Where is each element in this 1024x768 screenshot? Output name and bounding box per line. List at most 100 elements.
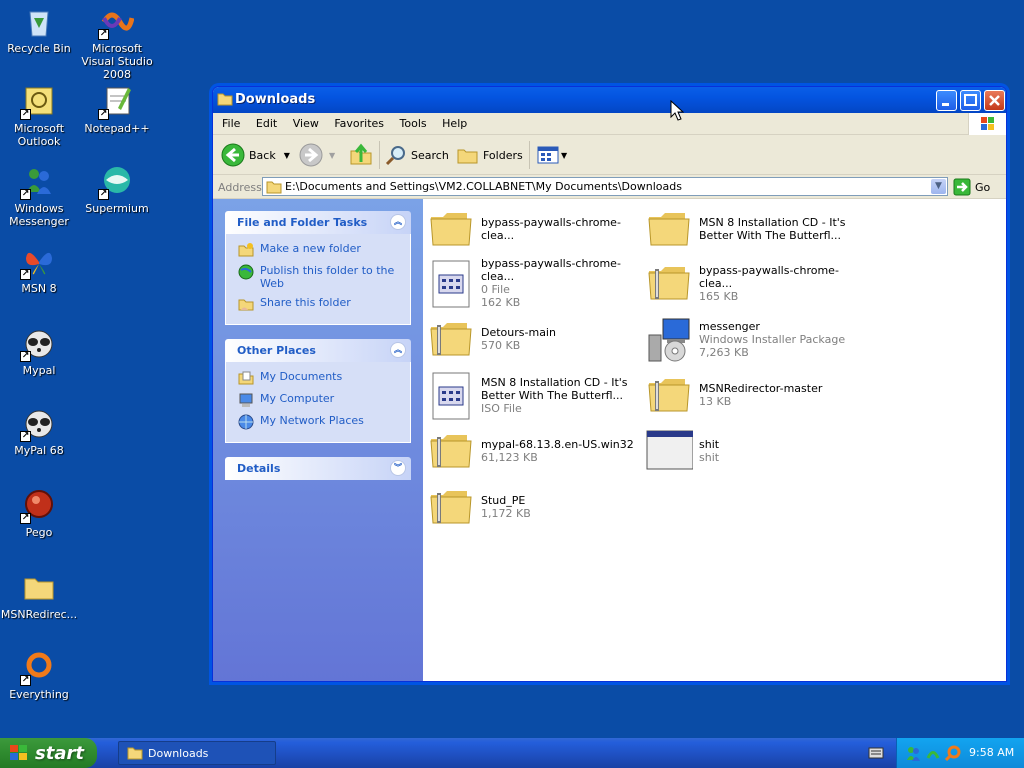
menu-tools[interactable]: Tools — [394, 113, 433, 134]
desktop-icon-outlook[interactable]: ↗ Microsoft Outlook — [0, 84, 78, 148]
clock[interactable]: 9:58 AM — [969, 746, 1014, 759]
pego-icon: ↗ — [20, 488, 56, 524]
menu-favorites[interactable]: Favorites — [328, 113, 390, 134]
file-item[interactable]: Detours-main 570 KB — [427, 313, 642, 365]
shortcut-arrow-icon: ↗ — [20, 675, 31, 686]
visual-studio-icon: ↗ — [98, 4, 135, 40]
panel-header[interactable]: Other Places ︽ — [225, 339, 411, 362]
new-folder-icon — [238, 243, 254, 257]
desktop-icon-supermium[interactable]: ↗ Supermium — [78, 164, 156, 215]
desktop-icon-everything[interactable]: ↗ Everything — [0, 650, 78, 701]
file-item[interactable]: messenger Windows Installer Package 7,263 … — [645, 313, 860, 365]
explorer-window: Downloads File Edit View Favorites Tools… — [212, 86, 1007, 682]
file-item[interactable]: MSN 8 Installation CD - It's Better With … — [645, 203, 860, 255]
place-my-network-places[interactable]: My Network Places — [238, 414, 402, 430]
go-button[interactable]: Go — [953, 178, 990, 196]
recycle-bin-icon — [22, 4, 56, 38]
notepad-plus-plus-icon: ↗ — [98, 84, 134, 120]
folder-icon — [22, 570, 56, 604]
messenger-tray-icon[interactable] — [905, 745, 921, 761]
file-folder-tasks-panel: File and Folder Tasks ︽ Make a new folde… — [225, 211, 411, 325]
up-folder-icon — [350, 143, 372, 165]
title-bar[interactable]: Downloads — [213, 87, 1006, 113]
views-button[interactable]: ▼ — [537, 143, 567, 167]
panel-header[interactable]: File and Folder Tasks ︽ — [225, 211, 411, 234]
other-places-panel: Other Places ︽ My Documents My Computer … — [225, 339, 411, 443]
up-folder-button[interactable] — [349, 143, 373, 167]
shortcut-arrow-icon: ↗ — [98, 29, 109, 40]
collapse-chevron-icon[interactable]: ︽ — [390, 214, 406, 230]
desktop-icon-windows-messenger[interactable]: ↗ Windows Messenger — [0, 164, 78, 228]
desktop-icon-notepad-plus-plus[interactable]: ↗ Notepad++ — [78, 84, 156, 135]
menu-help[interactable]: Help — [436, 113, 473, 134]
search-icon — [385, 146, 405, 166]
window-title: Downloads — [235, 92, 316, 107]
shortcut-arrow-icon: ↗ — [20, 351, 31, 362]
search-tray-icon[interactable] — [945, 745, 961, 761]
desktop-icon-mypal[interactable]: ↗ Mypal — [0, 326, 78, 377]
desktop-icon-pego[interactable]: ↗ Pego — [0, 488, 78, 539]
folders-button[interactable]: Folders — [457, 143, 523, 167]
outlook-icon: ↗ — [20, 84, 56, 120]
desktop-icon-mypal68[interactable]: ↗ MyPal 68 — [0, 406, 78, 457]
task-make-new-folder[interactable]: Make a new folder — [238, 242, 402, 258]
task-publish-folder-web[interactable]: Publish this folder to the Web — [238, 264, 402, 290]
file-item[interactable]: bypass-paywalls-chrome-clea... 165 KB — [645, 257, 860, 309]
file-item[interactable]: shit shit — [645, 425, 860, 477]
address-bar: Address E:\Documents and Settings\VM2.CO… — [213, 175, 1006, 199]
supermium-icon: ↗ — [98, 164, 134, 200]
file-item[interactable]: mypal-68.13.8.en-US.win32 61,123 KB — [427, 425, 642, 477]
address-label: Address — [218, 181, 262, 194]
my-documents-icon — [238, 371, 254, 385]
desktop-icon-msn8[interactable]: ↗ MSN 8 — [0, 244, 78, 295]
menu-file[interactable]: File — [216, 113, 246, 134]
windows-messenger-icon: ↗ — [20, 164, 56, 200]
menu-edit[interactable]: Edit — [250, 113, 283, 134]
toolbar-separator — [529, 141, 530, 169]
desktop-icon-visual-studio[interactable]: ↗ Microsoft Visual Studio 2008 — [78, 4, 156, 81]
taskbar-item-downloads[interactable]: Downloads — [118, 741, 276, 765]
place-my-computer[interactable]: My Computer — [238, 392, 402, 408]
panel-header[interactable]: Details ︾ — [225, 457, 411, 480]
zip-folder-icon — [427, 315, 477, 363]
keyboard-icon[interactable] — [868, 747, 884, 759]
file-item[interactable]: Stud_PE 1,172 KB — [427, 481, 642, 533]
collapse-chevron-icon[interactable]: ︽ — [390, 342, 406, 358]
toolbar-separator — [379, 141, 380, 169]
everything-search-icon: ↗ — [20, 650, 56, 686]
mypal-raccoon-icon: ↗ — [20, 326, 56, 362]
toolbar: Back ▼ ▼ Search Folders ▼ — [213, 135, 1006, 175]
address-dropdown-button[interactable]: ▼ — [931, 179, 946, 194]
start-button[interactable]: start — [0, 738, 97, 768]
shortcut-arrow-icon: ↗ — [20, 269, 31, 280]
minimize-button[interactable] — [936, 90, 957, 111]
menu-view[interactable]: View — [287, 113, 325, 134]
zip-folder-icon — [427, 483, 477, 531]
desktop-icon-msnredirector[interactable]: MSNRedirec... — [0, 570, 78, 621]
file-view: bypass-paywalls-chrome-clea... MSN 8 Ins… — [423, 199, 1006, 681]
task-share-folder[interactable]: Share this folder — [238, 296, 402, 312]
chevron-down-icon[interactable]: ▼ — [284, 151, 290, 160]
back-arrow-icon — [221, 143, 245, 167]
place-my-documents[interactable]: My Documents — [238, 370, 402, 386]
folder-icon — [217, 92, 233, 109]
desktop-icon-recycle-bin[interactable]: Recycle Bin — [0, 4, 78, 55]
shortcut-arrow-icon: ↗ — [98, 109, 109, 120]
mouse-cursor-icon — [670, 100, 684, 121]
forward-button[interactable]: ▼ — [299, 143, 335, 167]
expand-chevron-icon[interactable]: ︾ — [390, 460, 406, 476]
file-item[interactable]: MSN 8 Installation CD - It's Better With … — [427, 369, 642, 421]
msn-butterfly-icon: ↗ — [20, 244, 56, 280]
network-tray-icon[interactable] — [925, 745, 941, 761]
file-item[interactable]: bypass-paywalls-chrome-clea... — [427, 203, 642, 255]
go-arrow-icon — [953, 178, 971, 196]
back-button[interactable]: Back ▼ — [221, 143, 290, 167]
folder-icon — [427, 205, 477, 253]
maximize-button[interactable] — [960, 90, 981, 111]
file-item[interactable]: bypass-paywalls-chrome-clea... 0 File 162 … — [427, 257, 642, 309]
close-button[interactable] — [984, 90, 1005, 111]
folder-icon — [645, 205, 695, 253]
file-item[interactable]: MSNRedirector-master 13 KB — [645, 369, 860, 421]
address-input[interactable]: E:\Documents and Settings\VM2.COLLABNET\… — [262, 177, 948, 196]
search-button[interactable]: Search — [385, 143, 449, 167]
